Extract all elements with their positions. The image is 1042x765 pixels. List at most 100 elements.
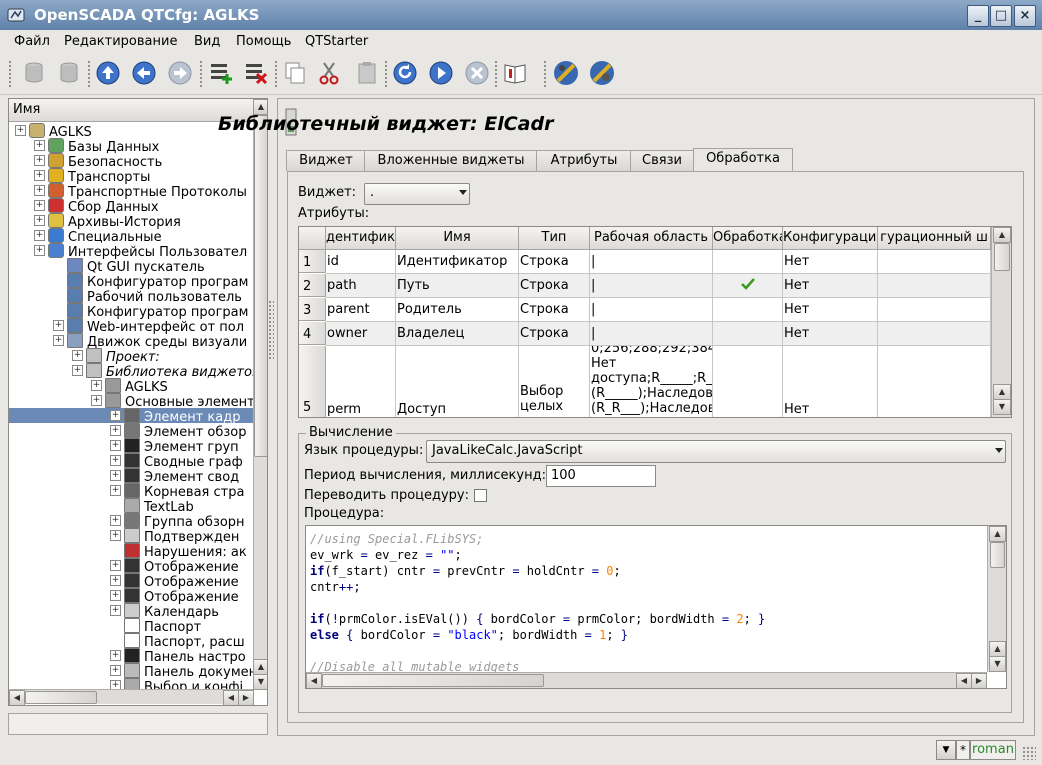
table-cell[interactable]: id	[326, 250, 396, 274]
db-save-icon[interactable]	[54, 58, 84, 88]
expand-icon[interactable]: +	[110, 560, 121, 571]
expand-icon[interactable]: +	[15, 125, 26, 136]
expand-icon[interactable]: +	[34, 185, 45, 196]
tree-item[interactable]: Рабочий пользователь	[53, 288, 242, 305]
row-number[interactable]: 4	[299, 322, 326, 345]
column-header[interactable]: Конфигурация	[783, 227, 878, 250]
table-cell[interactable]: parent	[326, 298, 396, 322]
tree-item[interactable]: + Панель настро	[110, 648, 246, 665]
status-dropdown-icon[interactable]: ▼	[936, 740, 956, 760]
table-cell[interactable]: Владелец	[396, 322, 519, 346]
table-cell[interactable]: |	[590, 298, 713, 322]
column-header[interactable]: Тип	[519, 227, 590, 250]
tree-item[interactable]: + Основные элементы	[91, 393, 265, 410]
table-vertical-scrollbar[interactable]: ▲ ▲ ▼	[991, 227, 1011, 417]
delete-item-icon[interactable]	[241, 58, 271, 88]
stop-icon[interactable]	[462, 58, 492, 88]
table-cell[interactable]: Родитель	[396, 298, 519, 322]
scroll-down-icon[interactable]: ▼	[993, 399, 1011, 415]
column-header[interactable]: Рабочая область	[590, 227, 713, 250]
menu-view[interactable]: Вид	[194, 34, 220, 49]
table-cell[interactable]	[713, 274, 783, 298]
expand-icon[interactable]: +	[34, 245, 45, 256]
table-cell[interactable]: Путь	[396, 274, 519, 298]
expand-icon[interactable]: +	[110, 650, 121, 661]
forward-icon[interactable]	[165, 58, 195, 88]
column-header[interactable]: дентифика	[326, 227, 396, 250]
table-cell[interactable]: Нет	[783, 274, 878, 298]
system-config-icon[interactable]	[587, 58, 617, 88]
expand-icon[interactable]: +	[34, 170, 45, 181]
tree-item[interactable]: + Интерфейсы Пользовател	[34, 243, 247, 260]
back-icon[interactable]	[129, 58, 159, 88]
add-item-icon[interactable]	[206, 58, 236, 88]
row-number[interactable]: 3	[299, 298, 326, 321]
tree-item[interactable]: + Панель докумен	[110, 663, 257, 680]
expand-icon[interactable]: +	[110, 665, 121, 676]
table-cell[interactable]	[878, 298, 991, 322]
table-cell[interactable]: Строка	[519, 250, 590, 274]
scroll-down-icon[interactable]: ▲	[253, 659, 267, 675]
tree-item[interactable]: + Подтвержден	[110, 528, 239, 545]
tab-widget[interactable]: Виджет	[286, 150, 366, 171]
expand-icon[interactable]: +	[34, 230, 45, 241]
table-cell[interactable]	[878, 346, 991, 417]
expand-icon[interactable]: +	[110, 470, 121, 481]
paste-icon[interactable]	[352, 58, 382, 88]
tree-item[interactable]: + Отображение	[110, 588, 239, 605]
scroll-left-icon[interactable]: ◀	[9, 690, 25, 705]
menu-help[interactable]: Помощь	[236, 34, 291, 49]
tree-item[interactable]: Нарушения: ак	[110, 543, 247, 560]
scroll-thumb[interactable]	[254, 115, 267, 457]
menu-file[interactable]: Файл	[14, 34, 50, 49]
splitter-handle[interactable]	[268, 300, 274, 360]
tree-item[interactable]: Конфигуратор програм	[53, 273, 248, 290]
table-cell[interactable]	[878, 322, 991, 346]
row-number[interactable]: 5	[299, 346, 326, 417]
tree-item[interactable]: + Транспортные Протоколы	[34, 183, 247, 200]
expand-icon[interactable]: +	[110, 410, 121, 421]
code-vertical-scrollbar[interactable]: ▲ ▲ ▼	[987, 526, 1006, 672]
table-cell[interactable]: path	[326, 274, 396, 298]
table-cell[interactable]: Строка	[519, 298, 590, 322]
translate-checkbox[interactable]	[474, 489, 487, 502]
minimize-button[interactable]: _	[967, 5, 989, 27]
tree-item[interactable]: + Движок среды визуали	[53, 333, 247, 350]
expand-icon[interactable]: +	[53, 335, 64, 346]
tree-item[interactable]: + Транспорты	[34, 168, 150, 185]
scroll-up-icon[interactable]: ▲	[989, 641, 1006, 657]
table-cell[interactable]	[878, 274, 991, 298]
tree-item[interactable]: + Группа обзорн	[110, 513, 245, 530]
tree-item[interactable]: + Архивы-История	[34, 213, 181, 230]
menu-qtstarter[interactable]: QTStarter	[305, 34, 368, 49]
tree-item[interactable]: + Специальные	[34, 228, 162, 245]
object-tree[interactable]: Имя + AGLKS + Базы Данных + Безопасность + Тран…	[8, 98, 268, 706]
tree-item[interactable]: + Корневая стра	[110, 483, 244, 500]
tree-item[interactable]: + Безопасность	[34, 153, 162, 170]
tree-item[interactable]: TextLab	[110, 498, 194, 515]
expand-icon[interactable]: +	[110, 605, 121, 616]
user-connect-icon[interactable]	[551, 58, 581, 88]
scroll-up-icon[interactable]: ▲	[993, 384, 1011, 400]
code-horizontal-scrollbar[interactable]: ◀ ◀ ▶	[306, 672, 987, 688]
tree-item[interactable]: + Отображение	[110, 558, 239, 575]
tree-item[interactable]: + Библиотека виджетов:	[72, 363, 264, 380]
db-load-icon[interactable]	[19, 58, 49, 88]
tree-vertical-scrollbar[interactable]: ▲ ▲ ▼	[253, 99, 267, 690]
expand-icon[interactable]: +	[34, 140, 45, 151]
expand-icon[interactable]: +	[110, 575, 121, 586]
resize-grip-icon[interactable]	[1022, 746, 1036, 760]
expand-icon[interactable]: +	[34, 155, 45, 166]
tree-item[interactable]: + Элемент свод	[110, 468, 239, 485]
tree-item[interactable]: + Элемент груп	[110, 438, 239, 455]
expand-icon[interactable]: +	[91, 380, 102, 391]
cut-icon[interactable]	[314, 58, 344, 88]
column-header[interactable]: гурационный ш	[878, 227, 991, 250]
tree-item[interactable]: + Отображение	[110, 573, 239, 590]
tree-item[interactable]: + Базы Данных	[34, 138, 159, 155]
column-header[interactable]: Обработка	[713, 227, 783, 250]
table-cell[interactable]: Идентификатор	[396, 250, 519, 274]
tree-item[interactable]: + Сводные граф	[110, 453, 243, 470]
table-cell[interactable]: owner	[326, 322, 396, 346]
up-icon[interactable]	[93, 58, 123, 88]
